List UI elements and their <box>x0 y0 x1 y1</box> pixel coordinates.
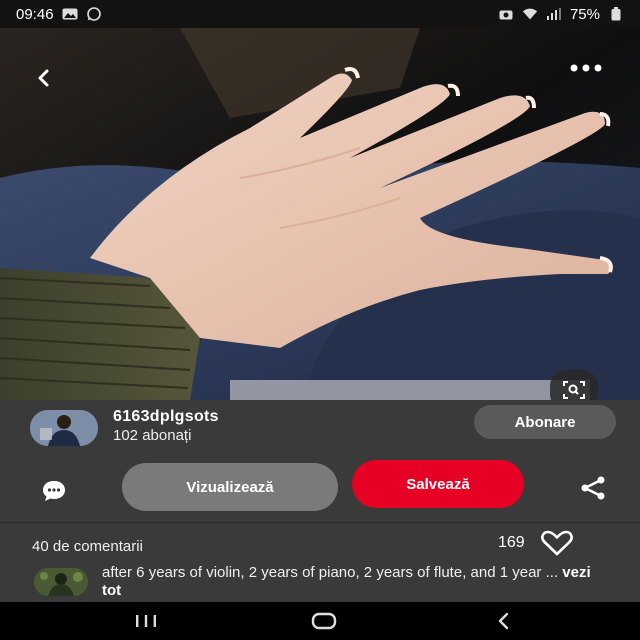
battery-percent: 75% <box>569 5 600 23</box>
back-button[interactable] <box>26 60 62 96</box>
recent-apps-icon <box>136 615 156 627</box>
camera-notification-icon <box>498 7 514 21</box>
pin-image-illustration <box>0 28 640 400</box>
comment-text: after 6 years of violin, 2 years of pian… <box>102 564 602 600</box>
recent-apps-button[interactable] <box>116 602 176 640</box>
status-time: 09:46 <box>16 5 54 23</box>
creator-avatar[interactable] <box>30 410 98 446</box>
comments-count[interactable]: 40 de comentarii <box>32 538 143 555</box>
creator-name[interactable]: 6163dplgsots <box>113 408 219 426</box>
status-bar: 09:46 75% <box>0 0 640 28</box>
chevron-left-icon <box>38 69 49 87</box>
visual-search-icon <box>563 381 585 399</box>
battery-icon <box>608 7 624 21</box>
gallery-notification-icon <box>62 7 78 21</box>
comment-button[interactable] <box>32 476 76 506</box>
likes-group: 169 <box>498 528 575 558</box>
whatsapp-notification-icon <box>86 7 102 21</box>
signal-icon <box>546 7 562 21</box>
visit-button[interactable]: Vizualizează <box>122 463 338 511</box>
creator-followers: 102 abonați <box>113 427 192 444</box>
more-horizontal-icon <box>570 64 602 72</box>
commenter-avatar-image <box>34 568 88 596</box>
more-options-button[interactable] <box>568 50 604 86</box>
chevron-left-icon <box>498 612 509 630</box>
action-row: Vizualizează Salvează <box>0 460 640 520</box>
share-icon <box>581 476 605 500</box>
system-back-button[interactable] <box>474 602 534 640</box>
creator-avatar-image <box>30 410 98 446</box>
creator-row: 6163dplgsots 102 abonați Abonare <box>0 400 640 456</box>
comment-body: after 6 years of violin, 2 years of pian… <box>102 564 559 581</box>
home-icon <box>311 612 337 630</box>
visual-search-button[interactable] <box>550 370 598 400</box>
commenter-avatar[interactable] <box>34 568 88 596</box>
pin-details-sheet: 6163dplgsots 102 abonați Abonare Vizuali… <box>0 400 640 602</box>
comment-preview[interactable]: after 6 years of violin, 2 years of pian… <box>0 560 640 602</box>
save-button[interactable]: Salvează <box>352 460 524 508</box>
divider <box>0 522 640 523</box>
pin-image[interactable] <box>0 28 640 400</box>
home-button[interactable] <box>294 602 354 640</box>
heart-outline-icon <box>540 530 573 556</box>
like-count: 169 <box>498 534 525 551</box>
comment-bubble-icon <box>43 481 65 501</box>
wifi-icon <box>522 7 538 21</box>
share-button[interactable] <box>573 468 613 508</box>
follow-button[interactable]: Abonare <box>474 405 616 439</box>
system-navigation-bar <box>0 602 640 640</box>
like-button[interactable] <box>539 528 575 558</box>
